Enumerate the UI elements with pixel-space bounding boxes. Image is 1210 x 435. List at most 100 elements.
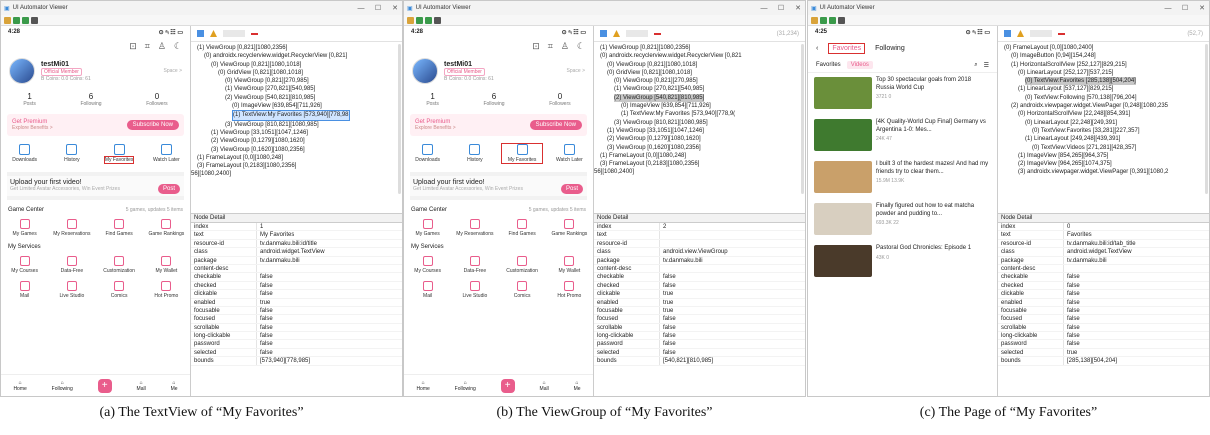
tree-scrollbar[interactable] bbox=[398, 44, 401, 194]
tree-node[interactable]: (3) ViewGroup [810,821][1080,985] bbox=[598, 119, 801, 127]
game-item[interactable]: Game Rankings bbox=[548, 219, 590, 237]
video-item[interactable]: Finally figured out how to eat matcha po… bbox=[808, 199, 997, 241]
service-item[interactable]: Mail bbox=[4, 281, 46, 299]
tree-node[interactable]: (3) ViewGroup [0,1620][1080,2356] bbox=[598, 144, 801, 152]
space-link[interactable]: Space > bbox=[567, 68, 586, 74]
expand-all-icon[interactable] bbox=[600, 30, 607, 37]
detail-row[interactable]: focused false bbox=[998, 315, 1209, 324]
tree-node[interactable]: (2) ViewGroup [0,1279][1080,1620] bbox=[195, 137, 398, 145]
quick-history[interactable]: History bbox=[455, 144, 495, 163]
close-button[interactable]: ✕ bbox=[791, 4, 805, 12]
service-item[interactable]: My Courses bbox=[407, 256, 449, 274]
stat-followers[interactable]: 0 Followers bbox=[549, 92, 570, 107]
detail-row[interactable]: bounds [540,821][810,985] bbox=[594, 357, 805, 366]
nav-mall[interactable]: ⌂ Mall bbox=[137, 380, 146, 392]
warning-icon[interactable] bbox=[210, 30, 217, 37]
detail-row[interactable]: clickable false bbox=[998, 290, 1209, 299]
post-button[interactable]: Post bbox=[157, 184, 180, 194]
detail-row[interactable]: long-clickable false bbox=[191, 332, 402, 341]
hierarchy-tree[interactable]: (0) FrameLayout [0,0][1080,2400] (0) Imag… bbox=[998, 42, 1209, 214]
tree-node[interactable]: (0) androidx.recyclerview.widget.Recycle… bbox=[195, 52, 398, 60]
post-button[interactable]: Post bbox=[560, 184, 583, 194]
detail-row[interactable]: clickable false bbox=[191, 290, 402, 299]
subtab-videos[interactable]: Videos bbox=[846, 61, 873, 69]
nav-following[interactable]: ⌂ Following bbox=[52, 380, 73, 392]
tree-node[interactable]: (2) ViewGroup [540,821][810,985] bbox=[598, 93, 801, 103]
shirt-icon[interactable]: ♙ bbox=[158, 41, 166, 52]
upload-card[interactable]: Upload your first video! Get Limited Ava… bbox=[7, 172, 184, 200]
detail-row[interactable]: package tv.danmaku.bili bbox=[594, 256, 805, 265]
game-item[interactable]: My Reservations bbox=[454, 219, 496, 237]
premium-banner[interactable]: Get Premium Explore Benefits > Subscribe … bbox=[410, 114, 587, 136]
subscribe-button[interactable]: Subscribe Now bbox=[126, 120, 179, 130]
tree-node[interactable]: (0) FrameLayout [0,0][1080,2400] bbox=[1002, 44, 1205, 52]
tab-favorites[interactable]: Favorites bbox=[828, 43, 866, 54]
detail-row[interactable]: enabled true bbox=[594, 298, 805, 307]
detail-row[interactable]: long-clickable false bbox=[998, 332, 1209, 341]
stat-posts[interactable]: 1 Posts bbox=[23, 92, 36, 107]
detail-row[interactable]: text Favorites bbox=[998, 231, 1209, 240]
tree-node[interactable]: (0) TextView:Following [570,138][796,204… bbox=[1002, 94, 1205, 102]
video-item[interactable]: [4K Quality-World Cup Final] Germany vs … bbox=[808, 115, 997, 157]
detail-row[interactable]: checkable false bbox=[594, 273, 805, 282]
tree-node[interactable]: (2) ImageView [964,265][1074,375] bbox=[1002, 160, 1205, 168]
game-center-header[interactable]: Game Center 5 games, updates 5 items bbox=[404, 204, 593, 216]
detail-row[interactable]: focusable true bbox=[594, 306, 805, 316]
detail-row[interactable]: resource-id tv.danmaku.bili:id/title bbox=[191, 239, 402, 249]
tree-node[interactable]: (2) ViewGroup [540,821][810,985] bbox=[195, 94, 398, 102]
quick-history[interactable]: History bbox=[52, 144, 92, 163]
detail-row[interactable]: clickable true bbox=[594, 290, 805, 299]
game-item[interactable]: Game Rankings bbox=[145, 219, 187, 237]
create-button[interactable]: + bbox=[97, 378, 112, 393]
close-button[interactable]: ✕ bbox=[388, 4, 402, 12]
game-item[interactable]: My Reservations bbox=[51, 219, 93, 237]
detail-row[interactable]: bounds [285,138][504,204] bbox=[998, 357, 1209, 366]
tree-node[interactable]: (0) ImageView [639,854][711,926] bbox=[195, 102, 398, 110]
tree-node[interactable]: 56][1080,2400] bbox=[191, 170, 398, 178]
device-screenshot-icon[interactable] bbox=[416, 16, 423, 24]
open-folder-icon[interactable] bbox=[407, 16, 414, 24]
detail-row[interactable]: enabled true bbox=[191, 298, 402, 307]
scan-icon[interactable]: ⊡ bbox=[129, 41, 137, 52]
device-screenshot[interactable]: 4:28 ⊙ ᵃₗ ☷ ▭ ⊡ ⌗ ♙ ☾ testMi01 Official Memb… bbox=[1, 26, 191, 396]
stat-following[interactable]: 6 Following bbox=[80, 92, 101, 107]
save-icon[interactable] bbox=[434, 16, 441, 24]
toggle-naf-icon[interactable] bbox=[1058, 32, 1065, 35]
tree-node[interactable]: (3) FrameLayout [0,2183][1080,2356] bbox=[195, 162, 398, 170]
tree-node[interactable]: (0) LinearLayout [22,248][249,391] bbox=[1002, 119, 1205, 127]
service-item[interactable]: My Wallet bbox=[145, 256, 187, 274]
expand-all-icon[interactable] bbox=[1004, 30, 1011, 37]
service-item[interactable]: My Wallet bbox=[548, 256, 590, 274]
service-item[interactable]: Customization bbox=[501, 256, 543, 274]
quick-watch-later[interactable]: Watch Later bbox=[549, 144, 589, 163]
service-item[interactable]: My Courses bbox=[4, 256, 46, 274]
tree-node[interactable]: (3) FrameLayout [0,2183][1080,2356] bbox=[598, 160, 801, 168]
detail-row[interactable]: resource-id tv.danmaku.bili:id/tab_title bbox=[998, 239, 1209, 249]
detail-row[interactable]: scrollable false bbox=[998, 323, 1209, 333]
tree-node[interactable]: (1) HorizontalScrollView [252,127][829,2… bbox=[1002, 61, 1205, 69]
tree-node[interactable]: (3) androidx.viewpager.widget.ViewPager … bbox=[1002, 168, 1205, 176]
premium-banner[interactable]: Get Premium Explore Benefits > Subscribe … bbox=[7, 114, 184, 136]
filter-input[interactable] bbox=[1030, 30, 1052, 37]
tree-node[interactable]: (1) ViewGroup [33,1051][1047,1246] bbox=[195, 129, 398, 137]
tree-node[interactable]: (0) GridView [0,821][1080,1018] bbox=[598, 69, 801, 77]
maximize-button[interactable]: ☐ bbox=[1178, 4, 1192, 12]
qr-icon[interactable]: ⌗ bbox=[548, 41, 553, 52]
search-icon[interactable]: ⌕ bbox=[974, 62, 977, 69]
toggle-naf-icon[interactable] bbox=[654, 32, 661, 35]
detail-row[interactable]: text My Favorites bbox=[191, 231, 402, 240]
subscribe-button[interactable]: Subscribe Now bbox=[529, 120, 582, 130]
warning-icon[interactable] bbox=[613, 30, 620, 37]
tree-node[interactable]: (1) ViewGroup [0,821][1080,2356] bbox=[195, 44, 398, 52]
detail-row[interactable]: focused false bbox=[594, 315, 805, 324]
maximize-button[interactable]: ☐ bbox=[371, 4, 385, 12]
tree-node[interactable]: (1) ViewGroup [270,821][540,985] bbox=[195, 85, 398, 93]
nav-home[interactable]: ⌂ Home bbox=[416, 380, 429, 392]
avatar[interactable] bbox=[9, 58, 35, 84]
device-screenshot[interactable]: 4:28 ⊙ ᵃₗ ☷ ▭ ⊡ ⌗ ♙ ☾ testMi01 Official Memb… bbox=[404, 26, 594, 396]
tree-node[interactable]: (0) HorizontalScrollView [22,248][854,39… bbox=[1002, 110, 1205, 118]
tree-node[interactable]: (1) TextView:My Favorites [573,940][778,… bbox=[598, 110, 801, 118]
tree-node[interactable]: (0) androidx.recyclerview.widget.Recycle… bbox=[598, 52, 801, 60]
moon-icon[interactable]: ☾ bbox=[577, 41, 585, 52]
video-item[interactable]: Top 30 spectacular goals from 2018 Russi… bbox=[808, 73, 997, 115]
